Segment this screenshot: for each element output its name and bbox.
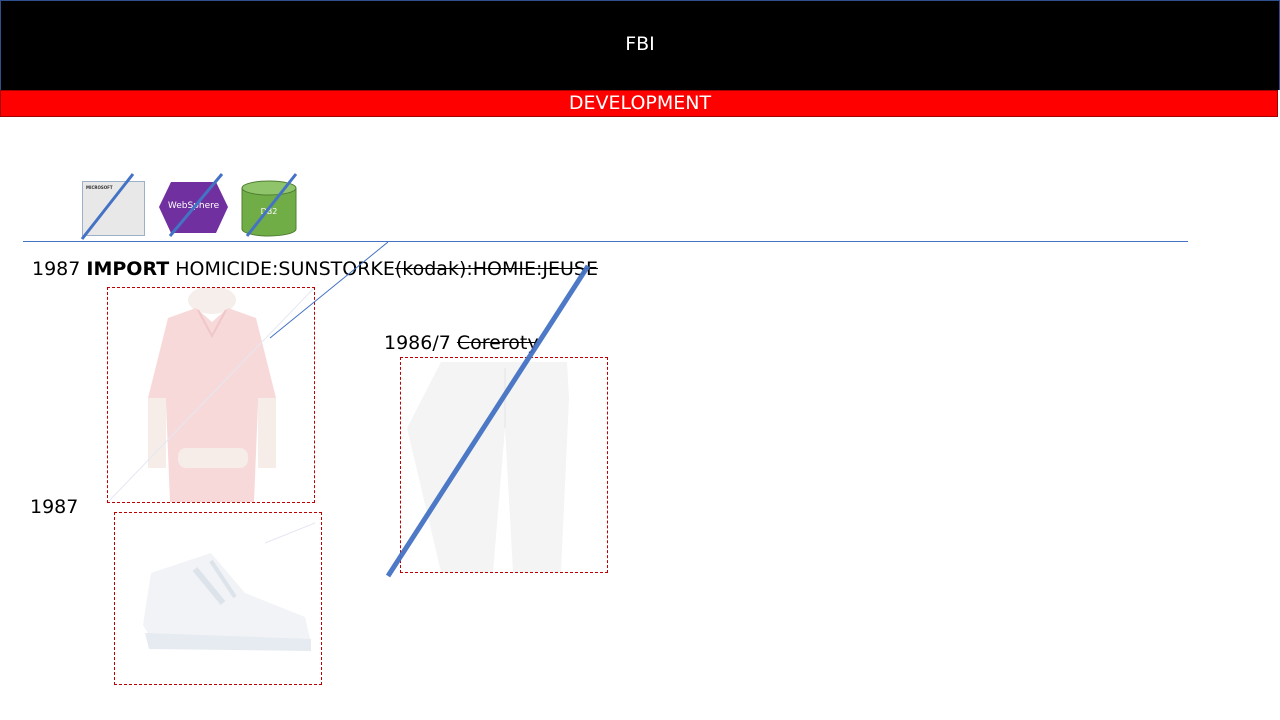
strike-line-db2 xyxy=(245,173,298,237)
strike-line-websphere xyxy=(168,173,224,237)
strike-line-microsoft xyxy=(80,173,135,240)
connector-line-thin xyxy=(269,241,389,339)
strike-line-trousers xyxy=(385,264,591,578)
annotation-lines xyxy=(80,173,591,578)
